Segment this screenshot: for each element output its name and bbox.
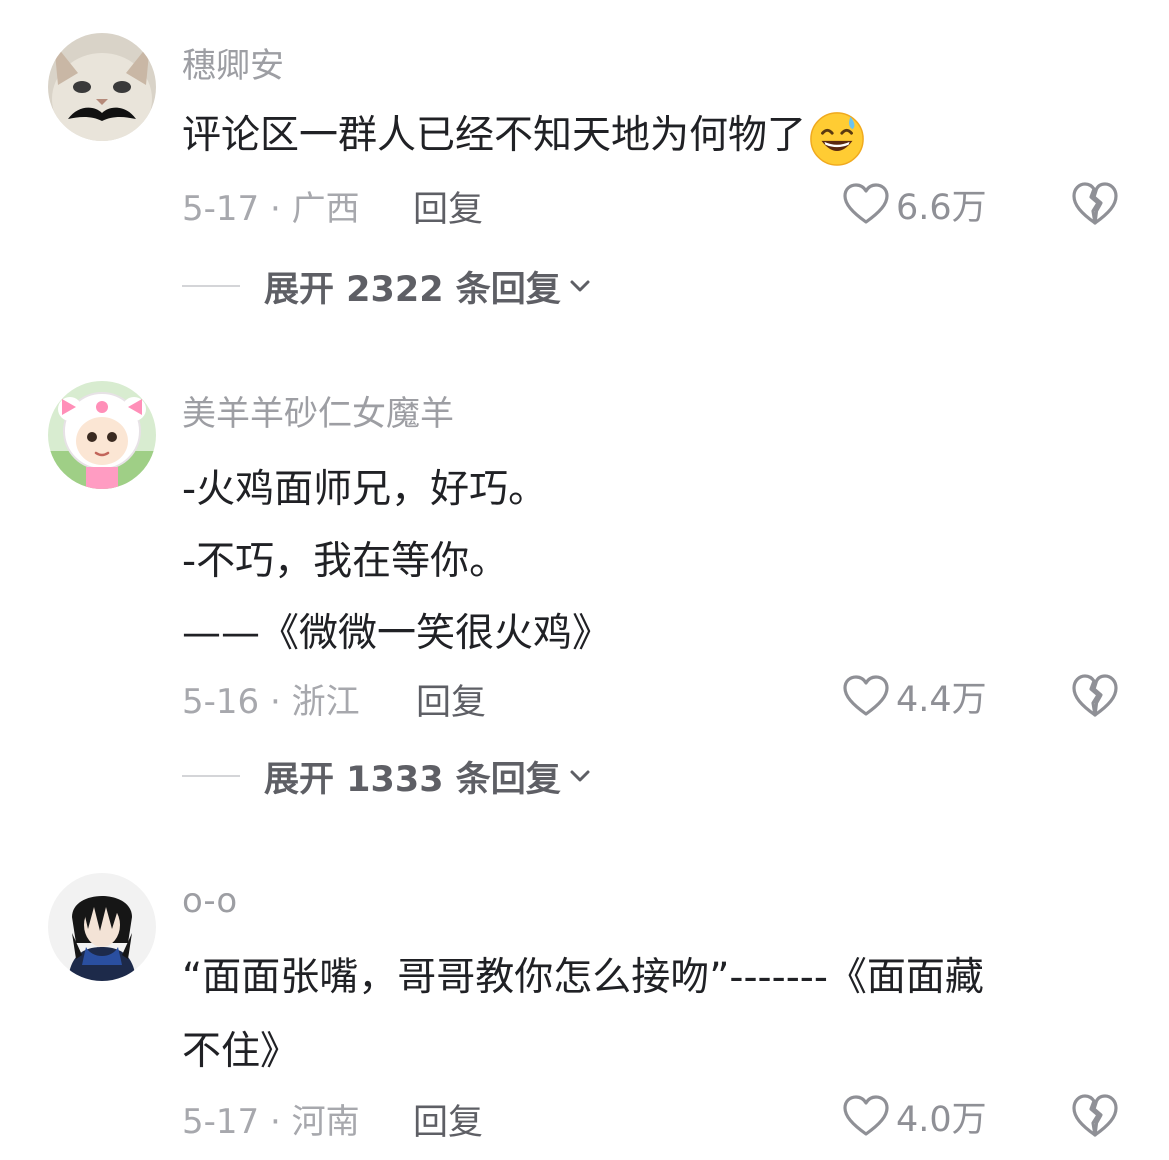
expand-replies-label: 展开 2322 条回复 (264, 269, 561, 310)
comment-text-line: -火鸡面师兄，好巧。 (182, 467, 548, 512)
comment-text-line: 评论区一群人已经不知天地为何物了 (182, 104, 866, 167)
comment-username[interactable]: o-o (182, 881, 237, 921)
grinning-sweat-emoji-icon (810, 111, 864, 166)
user-avatar[interactable] (48, 873, 156, 981)
reply-button[interactable]: 回复 (413, 1094, 483, 1145)
like-count: 6.6万 (896, 187, 987, 228)
like-button[interactable]: 4.0万 (842, 1092, 987, 1140)
dislike-button[interactable] (1070, 672, 1120, 720)
chevron-down-icon (570, 770, 590, 782)
reply-button[interactable]: 回复 (413, 181, 483, 232)
dislike-button[interactable] (1070, 1092, 1120, 1140)
expand-replies-button[interactable]: 展开 2322 条回复 (182, 264, 593, 310)
user-avatar[interactable] (48, 33, 156, 141)
comment-date-location: 5-17 · 广西 (182, 189, 360, 229)
like-count: 4.4万 (896, 679, 987, 720)
comment-text-line: ——《微微一笑很火鸡》 (182, 611, 612, 656)
heart-outline-icon (843, 183, 889, 224)
divider (182, 285, 240, 287)
comment-date-location: 5-17 · 河南 (182, 1102, 360, 1142)
user-avatar[interactable] (48, 381, 156, 489)
like-count: 4.0万 (896, 1099, 987, 1140)
dislike-button[interactable] (1070, 180, 1120, 228)
comment-text-line: -不巧，我在等你。 (182, 539, 509, 584)
comment-text-line: “面面张嘴，哥哥教你怎么接吻”-------《面面藏 (182, 955, 984, 1000)
comment-text-line: 不住》 (182, 1029, 300, 1074)
comment-text: 评论区一群人已经不知天地为何物了 (182, 113, 807, 158)
broken-heart-icon (1072, 674, 1118, 717)
broken-heart-icon (1072, 182, 1118, 225)
heart-outline-icon (843, 675, 889, 716)
comment-username[interactable]: 穗卿安 (182, 38, 284, 87)
sheep-cartoon-avatar-image (48, 381, 156, 489)
expand-replies-label: 展开 1333 条回复 (264, 759, 561, 800)
comment-username[interactable]: 美羊羊砂仁女魔羊 (182, 386, 454, 435)
broken-heart-icon (1072, 1094, 1118, 1137)
divider (182, 775, 240, 777)
like-button[interactable]: 6.6万 (842, 180, 987, 228)
cat-mustache-avatar-image (48, 33, 156, 141)
chevron-down-icon (570, 280, 590, 292)
reply-button[interactable]: 回复 (416, 674, 486, 725)
like-button[interactable]: 4.4万 (842, 672, 987, 720)
anime-character-avatar-image (48, 873, 156, 981)
heart-outline-icon (843, 1095, 889, 1136)
expand-replies-button[interactable]: 展开 1333 条回复 (182, 754, 593, 800)
comment-date-location: 5-16 · 浙江 (182, 682, 360, 722)
